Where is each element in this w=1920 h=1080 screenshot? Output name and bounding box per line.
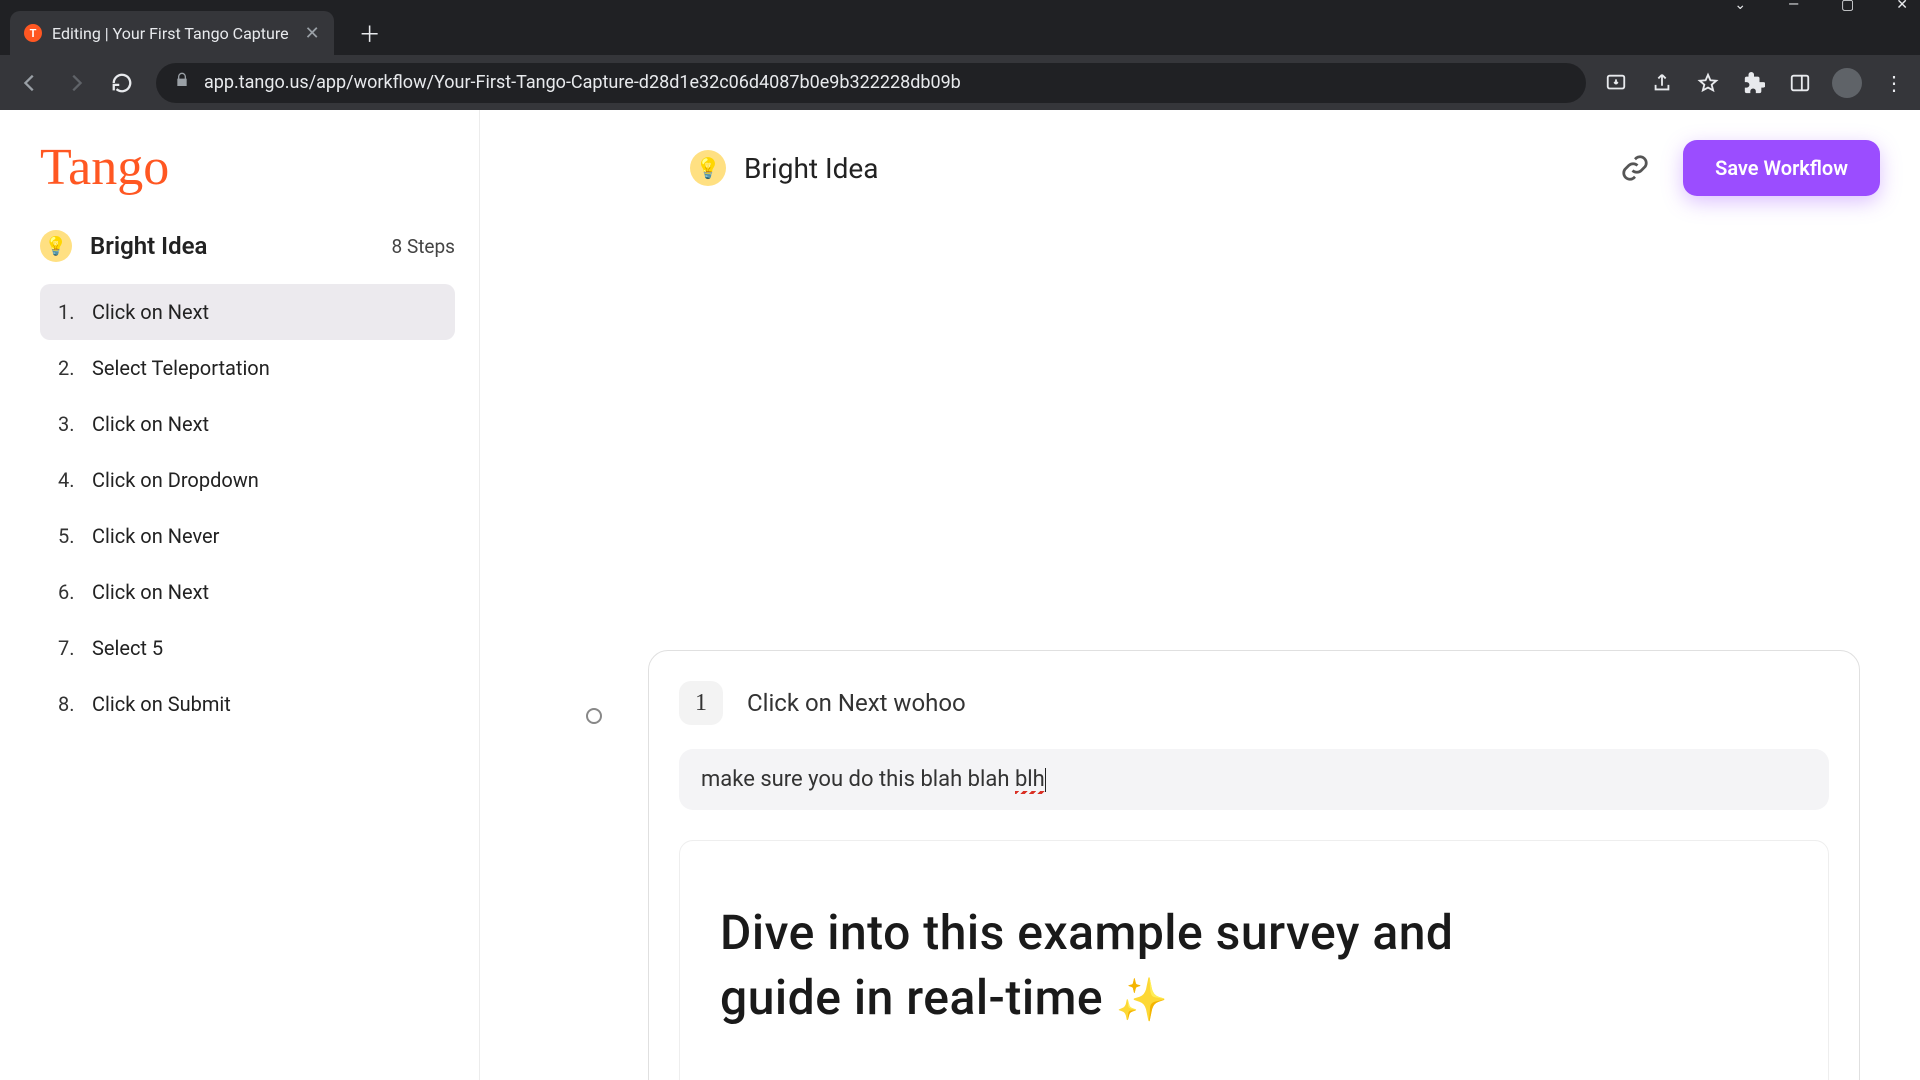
new-tab-button[interactable]: ＋ [352,15,388,51]
step-count: 8 Steps [392,235,455,258]
drag-handle-icon[interactable] [586,708,602,724]
back-button[interactable] [12,65,48,101]
step-description-input[interactable]: make sure you do this blah blah blh [679,749,1829,810]
sidebar: Tango 💡 Bright Idea 8 Steps 1.Click on N… [0,110,480,1080]
tab-strip: T Editing | Your First Tango Capture ✕ ＋ [0,11,1920,55]
sidebar-step-item[interactable]: 8.Click on Submit [40,676,455,732]
window-close-icon[interactable]: ✕ [1896,0,1908,11]
window-maximize-icon[interactable]: ▢ [1841,0,1854,11]
main-panel: 💡 Bright Idea Save Workflow 1 Click on N… [480,110,1920,1080]
step-item-label: Select 5 [92,636,163,660]
step-item-number: 3. [58,412,92,436]
tab-close-icon[interactable]: ✕ [305,23,320,44]
url-text: app.tango.us/app/workflow/Your-First-Tan… [204,72,961,93]
step-desc-text: make sure you do this blah blah [701,767,1015,792]
step-item-number: 4. [58,468,92,492]
sidebar-step-item[interactable]: 6.Click on Next [40,564,455,620]
bookmark-star-icon[interactable] [1694,69,1722,97]
forward-button[interactable] [58,65,94,101]
share-icon[interactable] [1648,69,1676,97]
extensions-icon[interactable] [1740,69,1768,97]
sidebar-step-item[interactable]: 1.Click on Next [40,284,455,340]
screenshot-text: Dive into this example survey and guide … [720,901,1788,1031]
step-item-number: 1. [58,300,92,324]
profile-avatar[interactable] [1832,68,1862,98]
tab-favicon-icon: T [24,24,42,42]
sidebar-step-item[interactable]: 3.Click on Next [40,396,455,452]
step-card-wrap: 1 Click on Next wohoo make sure you do t… [648,650,1860,1080]
sparkle-icon: ✨ [1116,976,1169,1025]
step-item-label: Click on Next [92,412,209,436]
step-item-label: Click on Next [92,300,209,324]
browser-tab[interactable]: T Editing | Your First Tango Capture ✕ [10,11,334,55]
step-item-label: Click on Dropdown [92,468,259,492]
sidebar-step-item[interactable]: 5.Click on Never [40,508,455,564]
install-app-icon[interactable] [1602,69,1630,97]
side-panel-icon[interactable] [1786,69,1814,97]
step-item-label: Click on Next [92,580,209,604]
sidebar-step-item[interactable]: 2.Select Teleportation [40,340,455,396]
step-item-number: 2. [58,356,92,380]
tab-title: Editing | Your First Tango Capture [52,24,289,43]
step-screenshot: Dive into this example survey and guide … [679,840,1829,1080]
lightbulb-icon: 💡 [690,150,726,186]
step-item-label: Select Teleportation [92,356,270,380]
step-desc-typo: blh [1015,767,1045,792]
main-title: Bright Idea [744,152,878,185]
lock-icon [174,72,190,93]
top-actions: Save Workflow [1615,140,1880,196]
app-root: Tango 💡 Bright Idea 8 Steps 1.Click on N… [0,110,1920,1080]
lightbulb-icon: 💡 [40,230,72,262]
step-card: 1 Click on Next wohoo make sure you do t… [648,650,1860,1080]
steps-list: 1.Click on Next2.Select Teleportation3.C… [40,284,455,732]
step-item-label: Click on Submit [92,692,231,716]
save-workflow-button[interactable]: Save Workflow [1683,140,1880,196]
sidebar-step-item[interactable]: 7.Select 5 [40,620,455,676]
workflow-header: 💡 Bright Idea 8 Steps [40,230,455,262]
browser-chrome: ⌄ ― ▢ ✕ T Editing | Your First Tango Cap… [0,0,1920,110]
toolbar-right: ⋮ [1602,68,1908,98]
reload-button[interactable] [104,65,140,101]
step-item-number: 7. [58,636,92,660]
window-chevron-icon[interactable]: ⌄ [1734,0,1746,11]
kebab-menu-icon[interactable]: ⋮ [1880,69,1908,97]
window-minimize-icon[interactable]: ― [1788,0,1799,11]
step-item-label: Click on Never [92,524,219,548]
address-bar[interactable]: app.tango.us/app/workflow/Your-First-Tan… [156,63,1586,103]
step-item-number: 6. [58,580,92,604]
workflow-title: Bright Idea [90,232,392,260]
browser-toolbar: app.tango.us/app/workflow/Your-First-Tan… [0,55,1920,110]
step-number-badge: 1 [679,681,723,725]
window-controls: ⌄ ― ▢ ✕ [0,0,1920,11]
tango-logo[interactable]: Tango [40,142,455,194]
step-title[interactable]: Click on Next wohoo [747,689,966,717]
step-card-header: 1 Click on Next wohoo [679,681,1829,725]
step-item-number: 8. [58,692,92,716]
link-icon[interactable] [1615,148,1655,188]
sidebar-step-item[interactable]: 4.Click on Dropdown [40,452,455,508]
step-item-number: 5. [58,524,92,548]
